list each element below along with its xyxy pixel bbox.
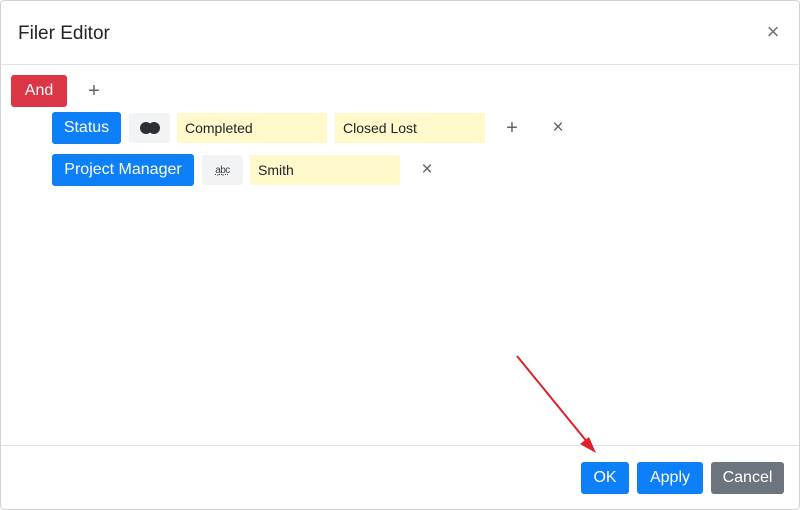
remove-condition-project-manager-close-icon[interactable]: × [417, 160, 437, 180]
cancel-button[interactable]: Cancel [711, 462, 784, 494]
dialog-title: Filer Editor [18, 23, 110, 44]
in-list-icon[interactable] [129, 113, 170, 143]
status-value-closed-lost[interactable]: Closed Lost [335, 113, 485, 143]
project-manager-value-smith-text: Smith [258, 162, 294, 178]
ok-button[interactable]: OK [581, 462, 629, 494]
filter-editor-dialog: Filer Editor × And + Status Completed Cl… [0, 0, 800, 510]
add-condition-plus-icon[interactable]: + [84, 81, 104, 101]
in-list-icon-shape [139, 122, 160, 134]
project-manager-value-smith[interactable]: Smith [250, 155, 400, 185]
status-value-completed[interactable]: Completed [177, 113, 327, 143]
status-field-button[interactable]: Status [52, 112, 121, 144]
close-icon[interactable]: × [765, 20, 781, 44]
status-value-closed-lost-text: Closed Lost [343, 120, 417, 136]
contains-text-glyph: a͙b͙c [215, 164, 230, 176]
and-logic-button[interactable]: And [11, 75, 67, 107]
add-value-plus-icon[interactable]: + [502, 118, 522, 138]
footer-divider [1, 445, 799, 446]
status-value-completed-text: Completed [185, 120, 253, 136]
remove-condition-status-close-icon[interactable]: × [548, 118, 568, 138]
contains-text-icon[interactable]: a͙b͙c [202, 155, 243, 185]
dialog-header: Filer Editor × [1, 1, 799, 65]
project-manager-field-button[interactable]: Project Manager [52, 154, 194, 186]
apply-button[interactable]: Apply [637, 462, 703, 494]
